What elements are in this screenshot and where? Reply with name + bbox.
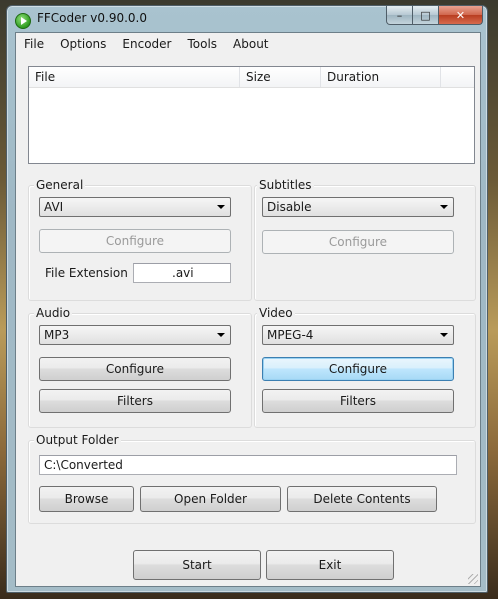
- menu-tools[interactable]: Tools: [179, 33, 225, 55]
- general-configure-button[interactable]: Configure: [39, 229, 231, 253]
- chevron-down-icon: [440, 333, 448, 337]
- file-list-header: File Size Duration: [29, 67, 474, 88]
- maximize-icon: □: [420, 8, 431, 22]
- window-title: FFCoder v0.90.0.0: [37, 11, 147, 25]
- audio-label: Audio: [34, 306, 73, 320]
- app-play-icon[interactable]: [15, 13, 31, 29]
- column-file[interactable]: File: [29, 67, 240, 87]
- minimize-button[interactable]: –: [386, 6, 413, 25]
- video-codec-value: MPEG-4: [267, 328, 314, 342]
- chevron-down-icon: [440, 205, 448, 209]
- video-filters-button[interactable]: Filters: [262, 389, 454, 413]
- format-value: AVI: [44, 200, 64, 214]
- video-label: Video: [257, 306, 295, 320]
- maximize-button[interactable]: □: [413, 6, 439, 25]
- chevron-down-icon: [217, 333, 225, 337]
- audio-codec-value: MP3: [44, 328, 70, 342]
- client-area: File Options Encoder Tools About File Si…: [15, 32, 481, 587]
- video-codec-dropdown[interactable]: MPEG-4: [262, 325, 454, 345]
- menu-options[interactable]: Options: [52, 33, 114, 55]
- file-extension-value: .avi: [172, 266, 194, 280]
- exit-button[interactable]: Exit: [266, 550, 394, 580]
- menu-encoder[interactable]: Encoder: [114, 33, 179, 55]
- menu-about[interactable]: About: [225, 33, 276, 55]
- chevron-down-icon: [217, 205, 225, 209]
- title-bar[interactable]: FFCoder v0.90.0.0 – □ ✕: [7, 6, 487, 32]
- file-extension-label: File Extension: [45, 266, 128, 280]
- column-size[interactable]: Size: [240, 67, 321, 87]
- close-button[interactable]: ✕: [439, 6, 483, 25]
- audio-codec-dropdown[interactable]: MP3: [39, 325, 231, 345]
- subtitles-value: Disable: [267, 200, 312, 214]
- file-list[interactable]: File Size Duration: [28, 66, 475, 164]
- open-folder-button[interactable]: Open Folder: [140, 486, 281, 512]
- delete-contents-button[interactable]: Delete Contents: [287, 486, 437, 512]
- video-configure-button[interactable]: Configure: [262, 357, 454, 381]
- file-extension-field[interactable]: .avi: [133, 263, 231, 283]
- general-label: General: [34, 178, 86, 192]
- app-window: FFCoder v0.90.0.0 – □ ✕ File Options Enc…: [6, 5, 488, 593]
- minimize-icon: –: [396, 8, 403, 22]
- browse-button[interactable]: Browse: [39, 486, 134, 512]
- subtitles-configure-button[interactable]: Configure: [262, 230, 454, 254]
- subtitles-label: Subtitles: [257, 178, 314, 192]
- format-dropdown[interactable]: AVI: [39, 197, 231, 217]
- audio-configure-button[interactable]: Configure: [39, 357, 231, 381]
- resize-grip-icon[interactable]: [468, 574, 478, 584]
- output-folder-path: C:\Converted: [44, 458, 123, 472]
- menu-file[interactable]: File: [16, 33, 52, 55]
- subtitles-dropdown[interactable]: Disable: [262, 197, 454, 217]
- output-folder-label: Output Folder: [34, 433, 121, 447]
- column-duration[interactable]: Duration: [321, 67, 441, 87]
- menu-bar: File Options Encoder Tools About: [16, 33, 480, 55]
- audio-filters-button[interactable]: Filters: [39, 389, 231, 413]
- start-button[interactable]: Start: [133, 550, 261, 580]
- close-icon: ✕: [455, 8, 466, 22]
- output-folder-field[interactable]: C:\Converted: [39, 455, 457, 475]
